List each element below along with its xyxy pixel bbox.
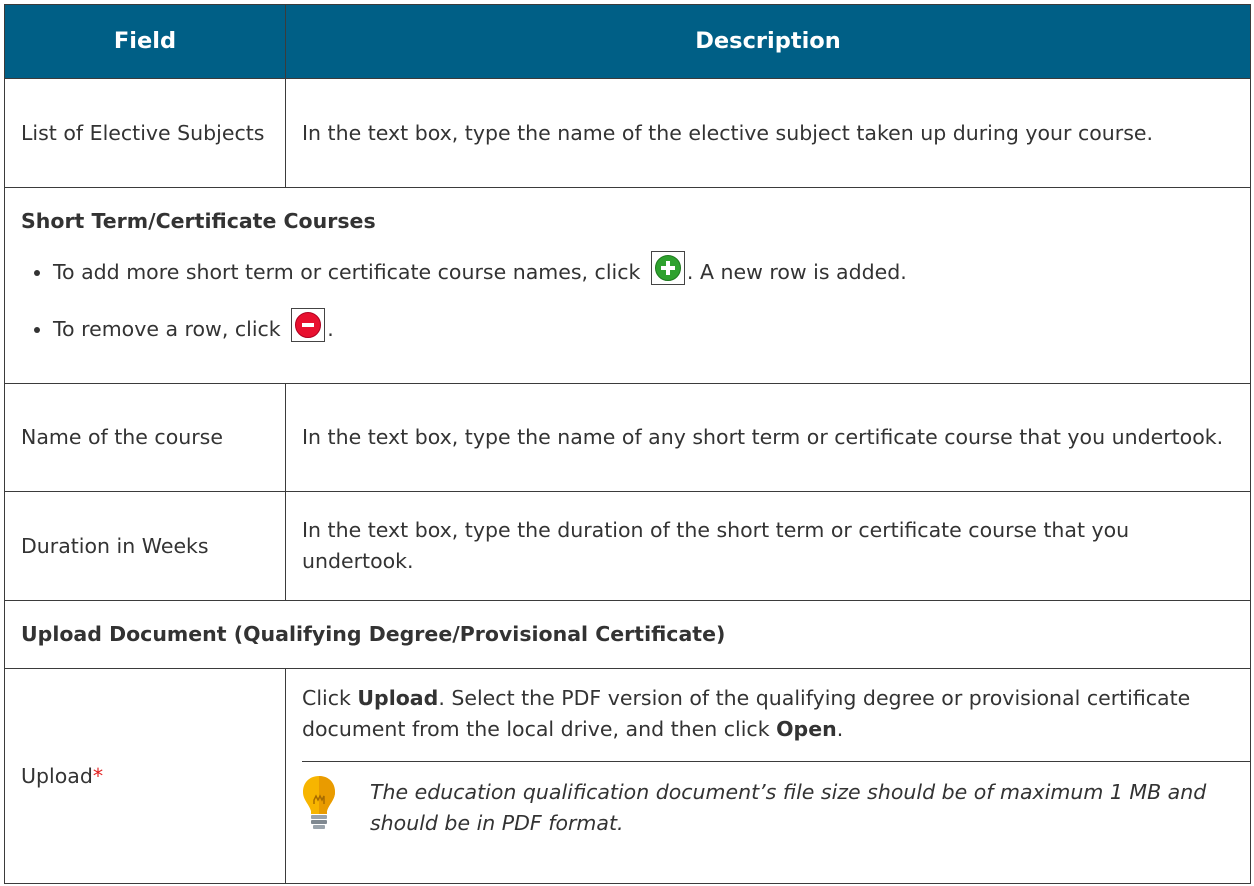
tip-note: The education qualification document’s f… [302,762,1234,841]
tip-text: The education qualification document’s f… [370,779,1207,835]
section-row-upload: Upload Document (Qualifying Degree/Provi… [4,600,1251,670]
bullet-text-tail: . A new row is added. [686,260,907,285]
field-cell: Name of the course [4,382,286,493]
section-cell: Short Term/Certificate Courses To add mo… [4,187,1251,384]
minus-circle-icon [291,308,326,343]
description-cell: In the text box, type the name of any sh… [285,382,1251,493]
section-title: Upload Document (Qualifying Degree/Provi… [4,600,1251,670]
description-cell: In the text box, type the name of the el… [285,78,1251,189]
header-field: Field [4,3,286,80]
required-asterisk: * [92,763,104,788]
field-cell: Upload* [4,668,286,884]
table-row: Duration in Weeks In the text box, type … [4,491,1251,602]
table-header-row: Field Description [4,3,1251,80]
bullet-text: To remove a row, click [53,317,281,342]
section-title: Short Term/Certificate Courses [21,209,376,234]
desc-text: Click [302,686,358,711]
section-row-short-term: Short Term/Certificate Courses To add mo… [4,187,1251,384]
plus-circle-icon [650,251,685,286]
field-cell: List of Elective Subjects [4,78,286,189]
bullet-text: To add more short term or certificate co… [53,260,641,285]
field-description-table: Field Description List of Elective Subje… [4,3,1251,884]
bullet-text-tail: . [327,317,334,342]
list-item: To add more short term or certificate co… [53,251,1234,288]
list-item: To remove a row, click . [53,308,1234,345]
header-description: Description [285,3,1251,80]
table-row: Upload* Click Upload. Select the PDF ver… [4,668,1251,884]
table-row: Name of the course In the text box, type… [4,382,1251,493]
table-row: List of Elective Subjects In the text bo… [4,78,1251,189]
description-cell: Click Upload. Select the PDF version of … [285,668,1251,884]
desc-text: . [836,717,844,742]
bullet-list: To add more short term or certificate co… [21,251,1234,345]
field-cell: Duration in Weeks [4,491,286,602]
upload-keyword: Upload [357,686,439,711]
open-keyword: Open [776,717,837,742]
field-label: Upload [21,763,93,788]
description-cell: In the text box, type the duration of th… [285,491,1251,602]
upload-instructions: Click Upload. Select the PDF version of … [302,683,1234,745]
lightbulb-icon [302,774,336,841]
